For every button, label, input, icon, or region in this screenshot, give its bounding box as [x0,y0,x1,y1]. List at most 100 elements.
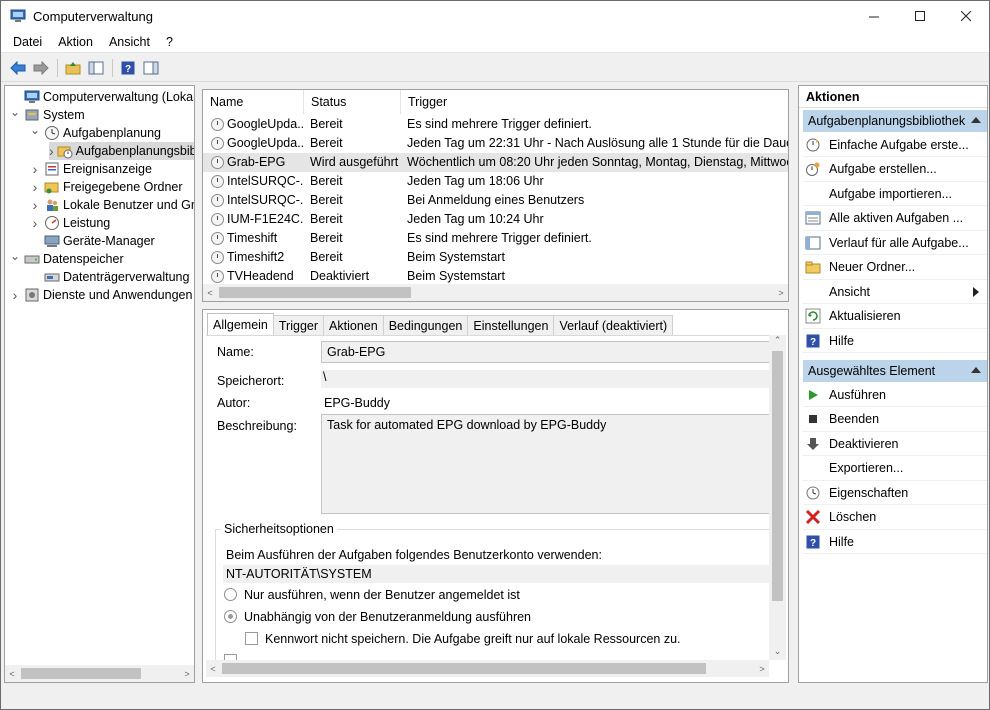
action-item[interactable]: ? Hilfe [803,329,987,353]
tree-item[interactable]: › Dienste und Anwendungen [9,286,193,304]
scroll-left-arrow-icon[interactable]: < [5,665,19,682]
tree-item[interactable]: ⌄ Aufgabenplanung [29,123,161,142]
table-row[interactable]: IntelSURQC-... Bereit Bei Anmeldung eines … [203,191,788,210]
action-item[interactable]: Exportieren... [803,457,987,481]
column-header-status[interactable]: Status [304,90,401,114]
tab-allgemein[interactable]: Allgemein [207,313,274,335]
collapse-caret-icon[interactable] [971,367,981,373]
up-folder-button[interactable] [62,57,84,79]
forward-button[interactable] [30,57,52,79]
menu-ansicht[interactable]: Ansicht [101,35,158,49]
tree-item[interactable]: ⌄ System [9,105,85,124]
scroll-up-arrow-icon[interactable]: ⌃ [769,335,786,349]
action-item[interactable]: Neuer Ordner... [803,256,987,280]
table-row[interactable]: Timeshift2 Bereit Beim Systemstart [203,248,788,267]
chevron-down-icon[interactable]: ⌄ [29,123,41,137]
action-item-label: Exportieren... [829,461,904,475]
action-item[interactable]: ? Hilfe [803,530,987,554]
chevron-down-icon[interactable]: ⌄ [9,105,21,119]
table-row[interactable]: TVHeadend Deaktiviert Beim Systemstart [203,267,788,286]
tree-item[interactable]: › Aufgabenplanungsbibliothek [49,142,194,160]
scroll-right-arrow-icon[interactable]: > [774,284,788,301]
action-item[interactable]: Eigenschaften [803,481,987,505]
description-field[interactable]: Task for automated EPG download by EPG-B… [321,414,769,514]
scroll-thumb[interactable] [222,663,706,674]
tab-einstellungen[interactable]: Einstellungen [467,315,555,335]
show-hide-tree-button[interactable] [85,57,107,79]
maximize-button[interactable] [897,1,943,31]
action-item[interactable]: Aufgabe erstellen... [803,158,987,182]
tasklist-horizontal-scrollbar[interactable]: < > [203,284,788,301]
chevron-right-icon[interactable]: › [9,287,21,303]
tree-item[interactable]: › Leistung [29,214,111,232]
action-item[interactable]: Aufgabe importieren... [803,182,987,206]
menu-datei[interactable]: Datei [1,35,50,49]
actions-group-selected[interactable]: Ausgewähltes Element [803,360,987,382]
tab-verlauf[interactable]: Verlauf (deaktiviert) [553,315,674,335]
action-item[interactable]: Ausführen [803,383,987,407]
action-item[interactable]: Löschen [803,506,987,530]
table-row[interactable]: GoogleUpda... Bereit Es sind mehrere Trigg… [203,115,788,134]
details-vertical-scrollbar[interactable]: ⌃ ⌄ [769,335,786,660]
checkbox-dont-store-password[interactable] [245,632,258,645]
scroll-left-arrow-icon[interactable]: < [206,660,220,677]
back-button[interactable] [7,57,29,79]
table-row[interactable]: IUM-F1E24C... Bereit Jeden Tag um 10:24 Uh… [203,210,788,229]
table-row[interactable]: Grab-EPG Wird ausgeführt Wöchentlich um 08… [203,153,788,172]
scroll-right-arrow-icon[interactable]: > [180,665,194,682]
name-field[interactable]: Grab-EPG [321,341,769,363]
details-horizontal-scrollbar[interactable]: < > [206,660,769,677]
tree-item[interactable]: Computerverwaltung (Lokal) [9,88,194,106]
chevron-right-icon[interactable]: › [29,161,41,177]
collapse-caret-icon[interactable] [971,117,981,123]
action-item[interactable]: Alle aktiven Aufgaben ... [803,207,987,231]
radio-only-logged-on[interactable] [224,588,237,601]
scroll-right-arrow-icon[interactable]: > [755,660,769,677]
table-row[interactable]: IntelSURQC-... Bereit Jeden Tag um 18:06 U… [203,172,788,191]
show-action-pane-button[interactable] [140,57,162,79]
actions-group-library[interactable]: Aufgabenplanungsbibliothek [803,110,987,132]
menu-help[interactable]: ? [158,35,181,49]
close-button[interactable] [943,1,989,31]
table-row[interactable]: Timeshift Bereit Es sind mehrere Trigger d… [203,229,788,248]
radio-run-whether-logged-on[interactable] [224,610,237,623]
action-item[interactable]: Verlauf für alle Aufgabe... [803,231,987,255]
help-button[interactable]: ? [117,57,139,79]
scroll-left-arrow-icon[interactable]: < [203,284,217,301]
scroll-thumb[interactable] [219,287,411,298]
tab-bedingungen[interactable]: Bedingungen [382,315,469,335]
tree-item-label: Dienste und Anwendungen [43,288,193,302]
tree-item[interactable]: ⌄ Datenspeicher [9,249,124,268]
menu-aktion[interactable]: Aktion [50,35,101,49]
tree-item[interactable]: › Ereignisanzeige [29,160,152,178]
chevron-right-icon[interactable]: › [29,197,41,213]
tab-trigger[interactable]: Trigger [272,315,325,335]
scroll-thumb[interactable] [772,351,783,601]
action-item[interactable]: Aktualisieren [803,305,987,329]
column-header-name[interactable]: Name [203,90,304,114]
chevron-right-icon[interactable]: › [49,143,54,159]
scroll-down-arrow-icon[interactable]: ⌄ [769,646,786,660]
window-title: Computerverwaltung [33,8,153,24]
chevron-down-icon[interactable]: ⌄ [9,249,21,263]
tree-item[interactable]: Geräte-Manager [29,232,155,250]
action-item[interactable]: Deaktivieren [803,432,987,456]
tab-aktionen[interactable]: Aktionen [323,315,384,335]
task-status: Bereit [310,250,343,264]
device-manager-icon [44,233,60,249]
action-item[interactable]: Einfache Aufgabe erste... [803,133,987,157]
action-item[interactable]: Beenden [803,408,987,432]
minimize-button[interactable] [851,1,897,31]
tree-horizontal-scrollbar[interactable]: < > [5,665,194,682]
table-row[interactable]: GoogleUpda... Bereit Jeden Tag um 22:31 Uh… [203,134,788,153]
chevron-right-icon[interactable]: › [29,215,41,231]
tree-item[interactable]: Datenträgerverwaltung [29,268,189,286]
chevron-right-icon[interactable]: › [29,179,41,195]
action-item[interactable]: Ansicht [803,280,987,304]
tree-item[interactable]: › Freigegebene Ordner [29,178,183,196]
task-status: Bereit [310,212,343,226]
scroll-thumb[interactable] [21,668,141,679]
toolbar-separator [112,58,113,77]
column-header-trigger[interactable]: Trigger [401,90,788,114]
tree-item[interactable]: › Lokale Benutzer und Gruppen [29,196,194,214]
